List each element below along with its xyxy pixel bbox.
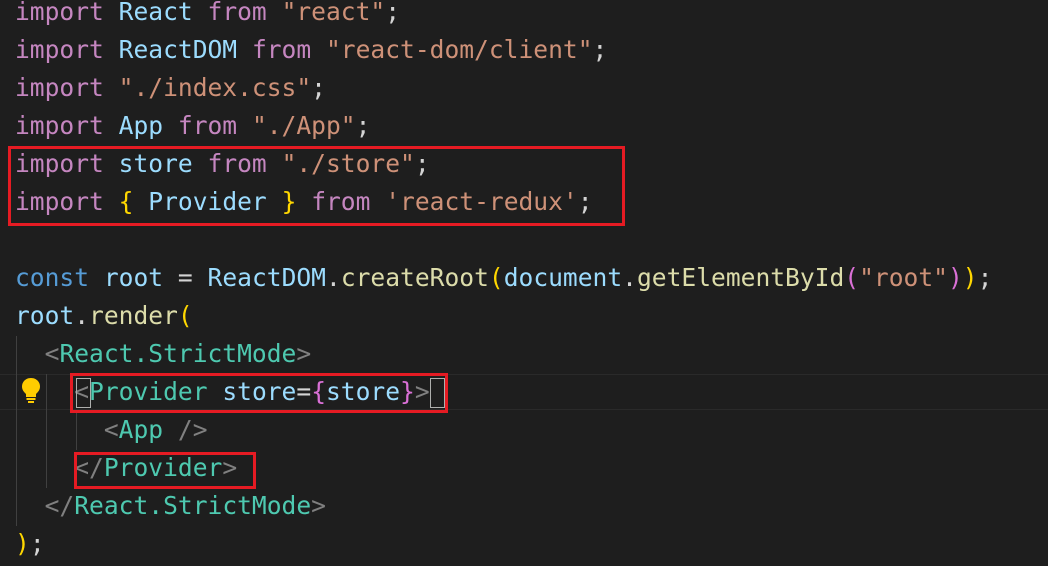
code-line[interactable]: root.render( [15, 297, 193, 335]
code-line[interactable]: import App from "./App"; [15, 107, 370, 145]
code-line[interactable]: <App /> [15, 411, 208, 449]
code-line[interactable]: const root = ReactDOM.createRoot(documen… [15, 259, 992, 297]
code-line[interactable]: </React.StrictMode> [15, 487, 326, 525]
provider-open-highlight-box [70, 373, 448, 413]
code-line[interactable]: import React from "react"; [15, 0, 400, 31]
code-line[interactable]: import ReactDOM from "react-dom/client"; [15, 31, 607, 69]
code-line[interactable]: <React.StrictMode> [15, 335, 312, 373]
provider-close-highlight-box [74, 452, 256, 489]
code-line[interactable]: ); [15, 525, 45, 563]
lightbulb-icon[interactable] [21, 377, 41, 403]
code-line[interactable]: import "./index.css"; [15, 69, 326, 107]
import-highlight-box [8, 146, 625, 226]
code-editor[interactable]: import React from "react"; import ReactD… [0, 0, 1048, 566]
